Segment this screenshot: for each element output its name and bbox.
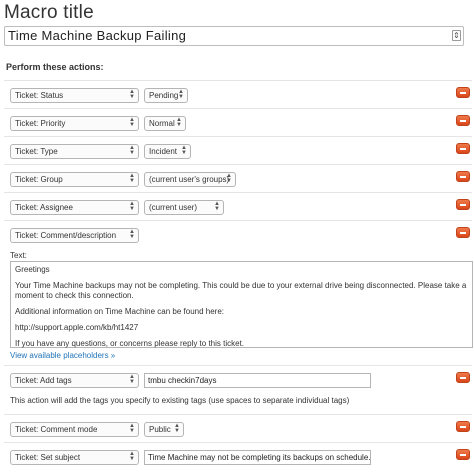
macro-title-input[interactable]: Time Machine Backup Failing ⇕ xyxy=(4,26,464,46)
field-select-subject[interactable]: Ticket: Set subject ▲ ▼ xyxy=(10,450,139,465)
macro-title-value: Time Machine Backup Failing xyxy=(8,28,187,43)
action-row-tags: Ticket: Add tags ▲ ▼ tmbu checkin7days xyxy=(4,365,472,394)
select-arrows-icon: ▲ ▼ xyxy=(129,374,135,385)
field-select-priority[interactable]: Ticket: Priority ▲ ▼ xyxy=(10,116,139,131)
select-arrows-icon: ▲ ▼ xyxy=(129,229,135,240)
value-select-group[interactable]: (current user's groups) ▲ ▼ xyxy=(144,172,236,187)
remove-action-button[interactable] xyxy=(456,171,470,182)
select-arrows-icon: ▲ ▼ xyxy=(178,89,184,100)
action-row-type: Ticket: Type ▲ ▼ Incident ▲ ▼ xyxy=(4,136,472,165)
field-select-comment-mode[interactable]: Ticket: Comment mode ▲ ▼ xyxy=(10,422,139,437)
macro-title-heading: Macro title xyxy=(4,2,94,23)
remove-action-button[interactable] xyxy=(456,87,470,98)
view-placeholders-link[interactable]: View available placeholders » xyxy=(10,351,115,360)
select-arrows-icon: ▲ ▼ xyxy=(181,145,187,156)
value-select-comment-mode[interactable]: Public ▲ ▼ xyxy=(144,422,184,437)
expand-icon[interactable]: ⇕ xyxy=(452,30,461,41)
select-arrows-icon: ▲ ▼ xyxy=(129,451,135,462)
value-select-type[interactable]: Incident ▲ ▼ xyxy=(144,144,191,159)
value-select-assignee[interactable]: (current user) ▲ ▼ xyxy=(144,200,224,215)
remove-action-button[interactable] xyxy=(456,227,470,238)
select-arrows-icon: ▲ ▼ xyxy=(129,173,135,184)
action-row-priority: Ticket: Priority ▲ ▼ Normal ▲ ▼ xyxy=(4,108,472,137)
comment-textarea[interactable]: Greetings Your Time Machine backups may … xyxy=(10,261,473,348)
remove-action-button[interactable] xyxy=(456,421,470,432)
select-arrows-icon: ▲ ▼ xyxy=(129,201,135,212)
action-row-subject: Ticket: Set subject ▲ ▼ Time Machine may … xyxy=(4,442,472,471)
action-row-assignee: Ticket: Assignee ▲ ▼ (current user) ▲ ▼ xyxy=(4,192,472,221)
select-arrows-icon: ▲ ▼ xyxy=(129,145,135,156)
select-arrows-icon: ▲ ▼ xyxy=(129,117,135,128)
action-row-status: Ticket: Status ▲ ▼ Pending ▲ ▼ xyxy=(4,80,472,109)
remove-action-button[interactable] xyxy=(456,449,470,460)
select-arrows-icon: ▲ ▼ xyxy=(176,117,182,128)
field-select-comment[interactable]: Ticket: Comment/description ▲ ▼ xyxy=(10,228,139,243)
value-select-priority[interactable]: Normal ▲ ▼ xyxy=(144,116,186,131)
field-select-type[interactable]: Ticket: Type ▲ ▼ xyxy=(10,144,139,159)
select-arrows-icon: ▲ ▼ xyxy=(174,423,180,434)
select-arrows-icon: ▲ ▼ xyxy=(226,173,232,184)
subject-input[interactable]: Time Machine may not be completing its b… xyxy=(144,450,371,465)
value-select-status[interactable]: Pending ▲ ▼ xyxy=(144,88,188,103)
remove-action-button[interactable] xyxy=(456,372,470,383)
action-row-group: Ticket: Group ▲ ▼ (current user's groups)… xyxy=(4,164,472,193)
remove-action-button[interactable] xyxy=(456,143,470,154)
select-arrows-icon: ▲ ▼ xyxy=(129,423,135,434)
remove-action-button[interactable] xyxy=(456,115,470,126)
action-row-comment-mode: Ticket: Comment mode ▲ ▼ Public ▲ ▼ xyxy=(4,414,472,443)
field-select-tags[interactable]: Ticket: Add tags ▲ ▼ xyxy=(10,373,139,388)
field-select-group[interactable]: Ticket: Group ▲ ▼ xyxy=(10,172,139,187)
field-select-status[interactable]: Ticket: Status ▲ ▼ xyxy=(10,88,139,103)
select-arrows-icon: ▲ ▼ xyxy=(129,89,135,100)
section-heading: Perform these actions: xyxy=(6,62,104,72)
tags-input[interactable]: tmbu checkin7days xyxy=(144,373,371,388)
action-row-comment: Ticket: Comment/description ▲ ▼ xyxy=(4,220,472,249)
select-arrows-icon: ▲ ▼ xyxy=(214,201,220,212)
tags-help-text: This action will add the tags you specif… xyxy=(10,396,350,405)
remove-action-button[interactable] xyxy=(456,199,470,210)
field-select-assignee[interactable]: Ticket: Assignee ▲ ▼ xyxy=(10,200,139,215)
comment-text-label: Text: xyxy=(10,251,27,260)
